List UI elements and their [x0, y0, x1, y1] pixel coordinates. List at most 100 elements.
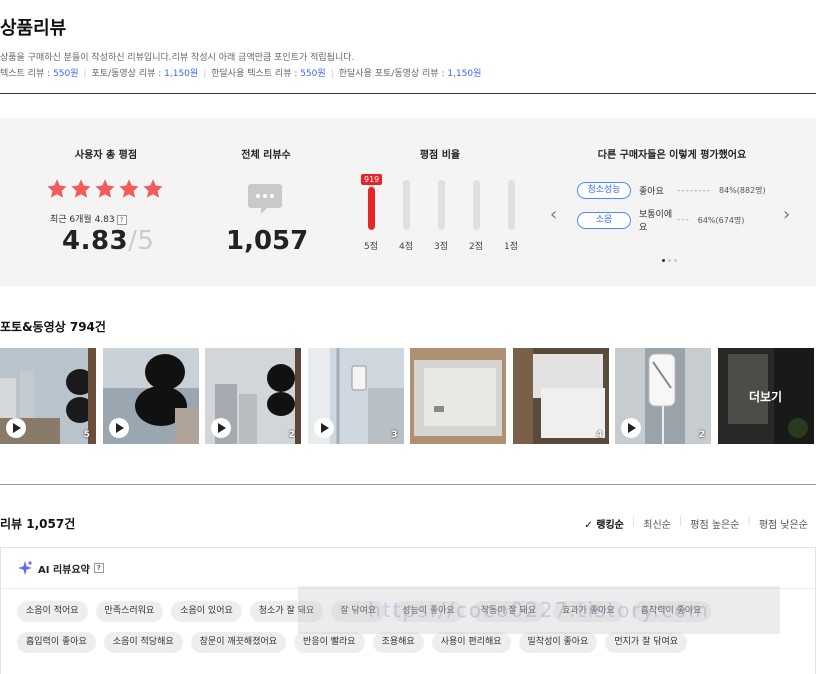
keyword-chip[interactable]: 창문이 깨끗해졌어요: [190, 632, 287, 653]
check-icon: ✓: [584, 520, 597, 531]
opinion-title: 다른 구매자들은 이렇게 평가했어요: [597, 150, 747, 161]
star-icon: [71, 179, 91, 198]
photo-thumbnail[interactable]: 5: [0, 348, 96, 444]
sort-option[interactable]: ✓ 랭킹순: [576, 516, 631, 531]
photo-count: 5: [83, 430, 90, 440]
play-icon[interactable]: [108, 418, 129, 438]
rating-bar-label: 4점: [398, 242, 413, 252]
photo-thumbnail[interactable]: 3: [307, 348, 404, 444]
score-value: 4.83: [62, 226, 129, 256]
sort-label: 평점 높은순: [690, 520, 740, 531]
play-icon[interactable]: [211, 418, 231, 438]
sort-label: 랭킹순: [596, 520, 624, 531]
page-title: 상품리뷰: [0, 18, 67, 39]
star-icon: [95, 179, 115, 198]
ai-summary-title: AI 리뷰요약: [38, 564, 90, 576]
rating-bar-1: 1점: [498, 180, 524, 252]
star-rating: [46, 178, 164, 200]
keyword-chip[interactable]: 소음이 있어요: [171, 601, 242, 622]
rating-bar-track: [367, 180, 375, 230]
star-icon: [143, 179, 163, 198]
play-icon[interactable]: [6, 418, 26, 438]
rating-bar-2: 2점: [463, 180, 489, 252]
rating-bar-track: [472, 180, 480, 230]
carousel-dot[interactable]: [662, 259, 665, 262]
help-icon[interactable]: ?: [116, 214, 127, 225]
photo-thumbnail[interactable]: 2: [205, 348, 301, 444]
score-max: /5: [128, 226, 155, 256]
points-amount: 550원: [300, 69, 326, 79]
sort-option[interactable]: 최신순: [635, 516, 679, 531]
rating-bar-3: 3점: [428, 180, 454, 252]
points-label: 한달사용 포토/동영상 리뷰 :: [338, 69, 448, 79]
play-icon[interactable]: [621, 418, 641, 438]
points-label: 포토/동영상 리뷰 :: [91, 69, 165, 79]
rating-bar-label: 1점: [503, 242, 518, 252]
opinion-tag: 청소성능: [577, 182, 631, 199]
photo-count: 2: [698, 430, 705, 440]
photo-thumbnail[interactable]: [410, 348, 506, 444]
divider: [0, 93, 816, 94]
keyword-chip[interactable]: 사용이 편리해요: [431, 632, 511, 653]
carousel-dot[interactable]: [674, 259, 677, 262]
points-amount: 550원: [53, 69, 79, 79]
opinion-row: 소음 보통이에요 --- 64%(674명): [577, 207, 744, 233]
sort-label: 최신순: [643, 520, 671, 531]
opinion-tag: 소음: [577, 211, 631, 229]
opinion-percent: 64%(674명): [697, 215, 745, 225]
opinion-answer: 보통이에요: [639, 210, 673, 233]
photo-thumbnail[interactable]: 2: [615, 348, 711, 444]
sort-options: ✓ 랭킹순 | 최신순 | 평점 높은순 | 평점 낮은순: [576, 516, 816, 531]
photo-thumbnail[interactable]: 더보기: [717, 348, 814, 444]
sort-label: 평점 낮은순: [758, 520, 808, 531]
keyword-chip[interactable]: 밀착성이 좋아요: [518, 632, 598, 653]
keyword-chip[interactable]: 조용해요: [372, 632, 424, 653]
sort-option[interactable]: 평점 높은순: [682, 516, 747, 531]
ai-summary-header: AI 리뷰요약 ?: [17, 560, 104, 576]
opinion-row: 청소성능 좋아요 -------- 84%(882명): [577, 182, 766, 199]
rating-bar-5: 5점: [358, 180, 384, 252]
photo-thumbnail[interactable]: 4: [512, 348, 609, 444]
next-arrow-icon[interactable]: ›: [783, 204, 790, 225]
watermark: https://coco0227.tistory.com: [298, 586, 780, 634]
separator: |: [203, 69, 207, 79]
intro-text: 상품을 구매하신 분들이 작성하신 리뷰입니다.리뷰 작성시 아래 금액만큼 포…: [0, 53, 355, 63]
recent-rating: 최근 6개월 4.83?: [50, 212, 127, 225]
more-photos-button[interactable]: 더보기: [717, 348, 814, 444]
play-icon[interactable]: [313, 418, 334, 438]
sort-option[interactable]: 평점 낮은순: [751, 516, 816, 531]
help-icon[interactable]: ?: [93, 563, 104, 573]
opinion-dash: ---: [677, 215, 690, 225]
rating-bar-label: 5점: [363, 242, 378, 252]
points-label: 텍스트 리뷰 :: [0, 69, 54, 79]
photo-count: 4: [596, 430, 603, 440]
keyword-chip[interactable]: 먼지가 잘 닦여요: [605, 632, 688, 653]
rating-bar-track: [402, 180, 410, 230]
keyword-chip[interactable]: 반응이 빨라요: [294, 632, 365, 653]
points-amount: 1,150원: [164, 69, 199, 79]
rating-bar-track: [507, 180, 515, 230]
prev-arrow-icon[interactable]: ‹: [550, 204, 557, 225]
keyword-chip[interactable]: 흡입력이 좋아요: [17, 632, 96, 653]
avg-rating-title: 사용자 총 평점: [74, 150, 138, 161]
keyword-chip[interactable]: 소음이 적당해요: [103, 632, 183, 653]
photo-count: 2: [288, 430, 295, 440]
rating-bar-track: [437, 180, 445, 230]
star-icon: [119, 179, 139, 198]
sparkle-icon: [18, 561, 32, 575]
points-info: 텍스트 리뷰 : 550원 | 포토/동영상 리뷰 : 1,150원 | 한달사용 텍스…: [0, 66, 481, 79]
divider: [0, 484, 816, 485]
opinion-dash: --------: [677, 185, 711, 196]
points-label: 한달사용 텍스트 리뷰 :: [211, 69, 301, 79]
points-amount: 1,150원: [447, 69, 482, 79]
separator: |: [330, 69, 334, 79]
keyword-chip[interactable]: 만족스러워요: [95, 601, 164, 622]
rating-bar-label: 3점: [433, 242, 448, 252]
keyword-chip[interactable]: 소음이 적어요: [17, 601, 88, 622]
carousel-dot[interactable]: [668, 259, 671, 262]
recent-rating-text: 최근 6개월 4.83: [50, 215, 115, 225]
rating-bar-fill: [367, 186, 375, 230]
rating-bar-label: 2점: [468, 242, 483, 252]
opinion-percent: 84%(882명): [718, 186, 766, 195]
photo-thumbnail[interactable]: [102, 348, 199, 444]
